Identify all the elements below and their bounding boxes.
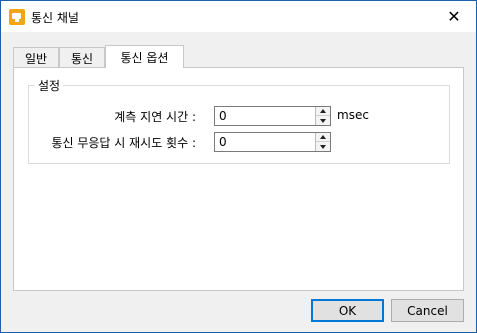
settings-groupbox: 설정 계측 지연 시간 : 0 msec 통신 무응답 시 재시도 횟수 : 0	[28, 77, 450, 164]
ok-button-label: OK	[338, 303, 357, 318]
tab-general[interactable]: 일반	[13, 47, 59, 68]
cancel-button-label: Cancel	[407, 303, 448, 318]
cancel-button[interactable]: Cancel	[391, 299, 464, 322]
arrow-up-icon	[320, 109, 326, 113]
tab-label: 통신 옵션	[120, 50, 169, 65]
measurement-delay-value[interactable]: 0	[219, 109, 227, 123]
ok-button[interactable]: OK	[311, 299, 384, 322]
title-bar[interactable]: 통신 채널 ✕	[1, 1, 476, 32]
measurement-delay-spinbox[interactable]: 0	[214, 106, 331, 126]
spin-up-button[interactable]	[316, 107, 330, 116]
arrow-down-icon	[320, 118, 326, 123]
spin-buttons	[315, 107, 330, 125]
spin-buttons	[315, 133, 330, 151]
spin-up-button[interactable]	[316, 133, 330, 142]
groupbox-title: 설정	[35, 77, 64, 94]
tab-label: 통신	[70, 51, 94, 66]
tab-communication-options[interactable]: 통신 옵션	[105, 45, 184, 68]
retry-count-spinbox[interactable]: 0	[214, 132, 331, 152]
arrow-up-icon	[320, 135, 326, 139]
measurement-delay-label: 계측 지연 시간 :	[114, 110, 196, 124]
window-title: 통신 채널	[31, 11, 79, 25]
spin-down-button[interactable]	[316, 116, 330, 125]
app-icon	[9, 9, 25, 25]
arrow-down-icon	[320, 144, 326, 149]
spin-down-button[interactable]	[316, 142, 330, 151]
close-button[interactable]: ✕	[432, 1, 476, 32]
close-icon: ✕	[447, 7, 461, 26]
retry-count-label: 통신 무응답 시 재시도 횟수 :	[51, 136, 196, 150]
tab-panel: 설정 계측 지연 시간 : 0 msec 통신 무응답 시 재시도 횟수 : 0	[13, 67, 464, 291]
retry-count-value[interactable]: 0	[219, 135, 227, 149]
tab-communication[interactable]: 통신	[59, 47, 105, 68]
tab-label: 일반	[24, 51, 48, 66]
measurement-delay-unit: msec	[337, 108, 369, 122]
dialog-window: 통신 채널 ✕ 일반 통신 통신 옵션 설정 계측 지연 시간 : 0 msec…	[0, 0, 477, 333]
